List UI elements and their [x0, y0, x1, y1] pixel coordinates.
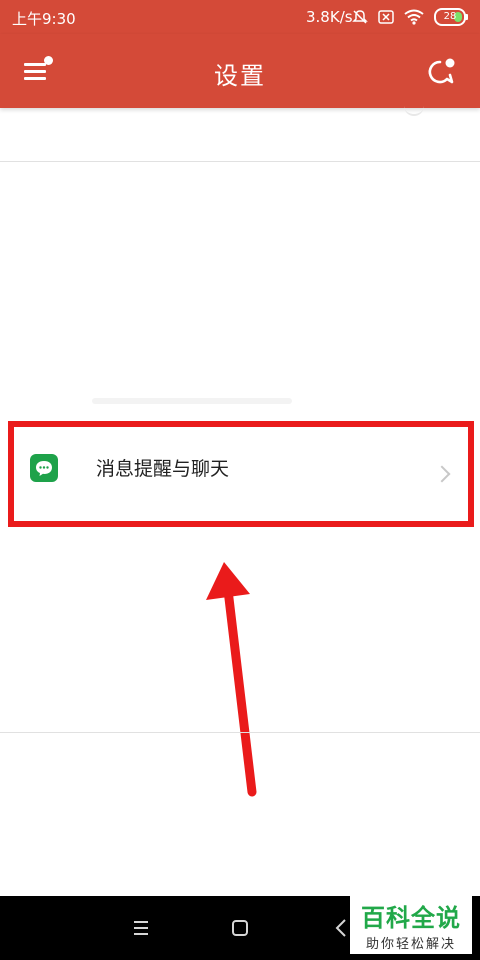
- watermark-subtitle: 助你轻松解决: [365, 937, 456, 952]
- chat-icon: [428, 58, 455, 84]
- watermark-title: 百科全说: [361, 904, 461, 932]
- battery-level: 28: [443, 11, 457, 22]
- watermark-logo: 百科全说 助你轻松解决: [350, 896, 472, 954]
- annotation-arrow: [206, 562, 257, 797]
- app-bar: 设置: [0, 34, 480, 108]
- nav-home-icon: [232, 920, 248, 936]
- divider-top: [0, 161, 480, 162]
- battery-icon: 28: [434, 8, 468, 26]
- message-icon: [30, 454, 58, 482]
- status-bar: 上午9:30 3.8K/s 28: [0, 0, 480, 34]
- status-net-speed: 3.8K/s: [306, 8, 353, 26]
- faded-strip: [92, 398, 292, 404]
- nav-home-button[interactable]: [226, 914, 254, 942]
- settings-row-message-chat[interactable]: 消息提醒与聊天: [0, 422, 480, 518]
- status-icons: 28: [352, 6, 468, 28]
- divider-bottom: [0, 732, 480, 733]
- page-title: 设置: [214, 62, 266, 90]
- chat-button[interactable]: [426, 58, 460, 88]
- nav-menu-button[interactable]: [127, 914, 155, 942]
- wifi-icon: [404, 9, 424, 25]
- nav-menu-icon: [134, 921, 148, 935]
- chevron-right-icon: [433, 465, 451, 483]
- settings-row-label: 消息提醒与聊天: [96, 458, 230, 480]
- sim-icon: [378, 10, 394, 24]
- scroll-indicator: [404, 106, 424, 116]
- mute-icon: [352, 10, 368, 24]
- status-time: 上午9:30: [12, 10, 76, 28]
